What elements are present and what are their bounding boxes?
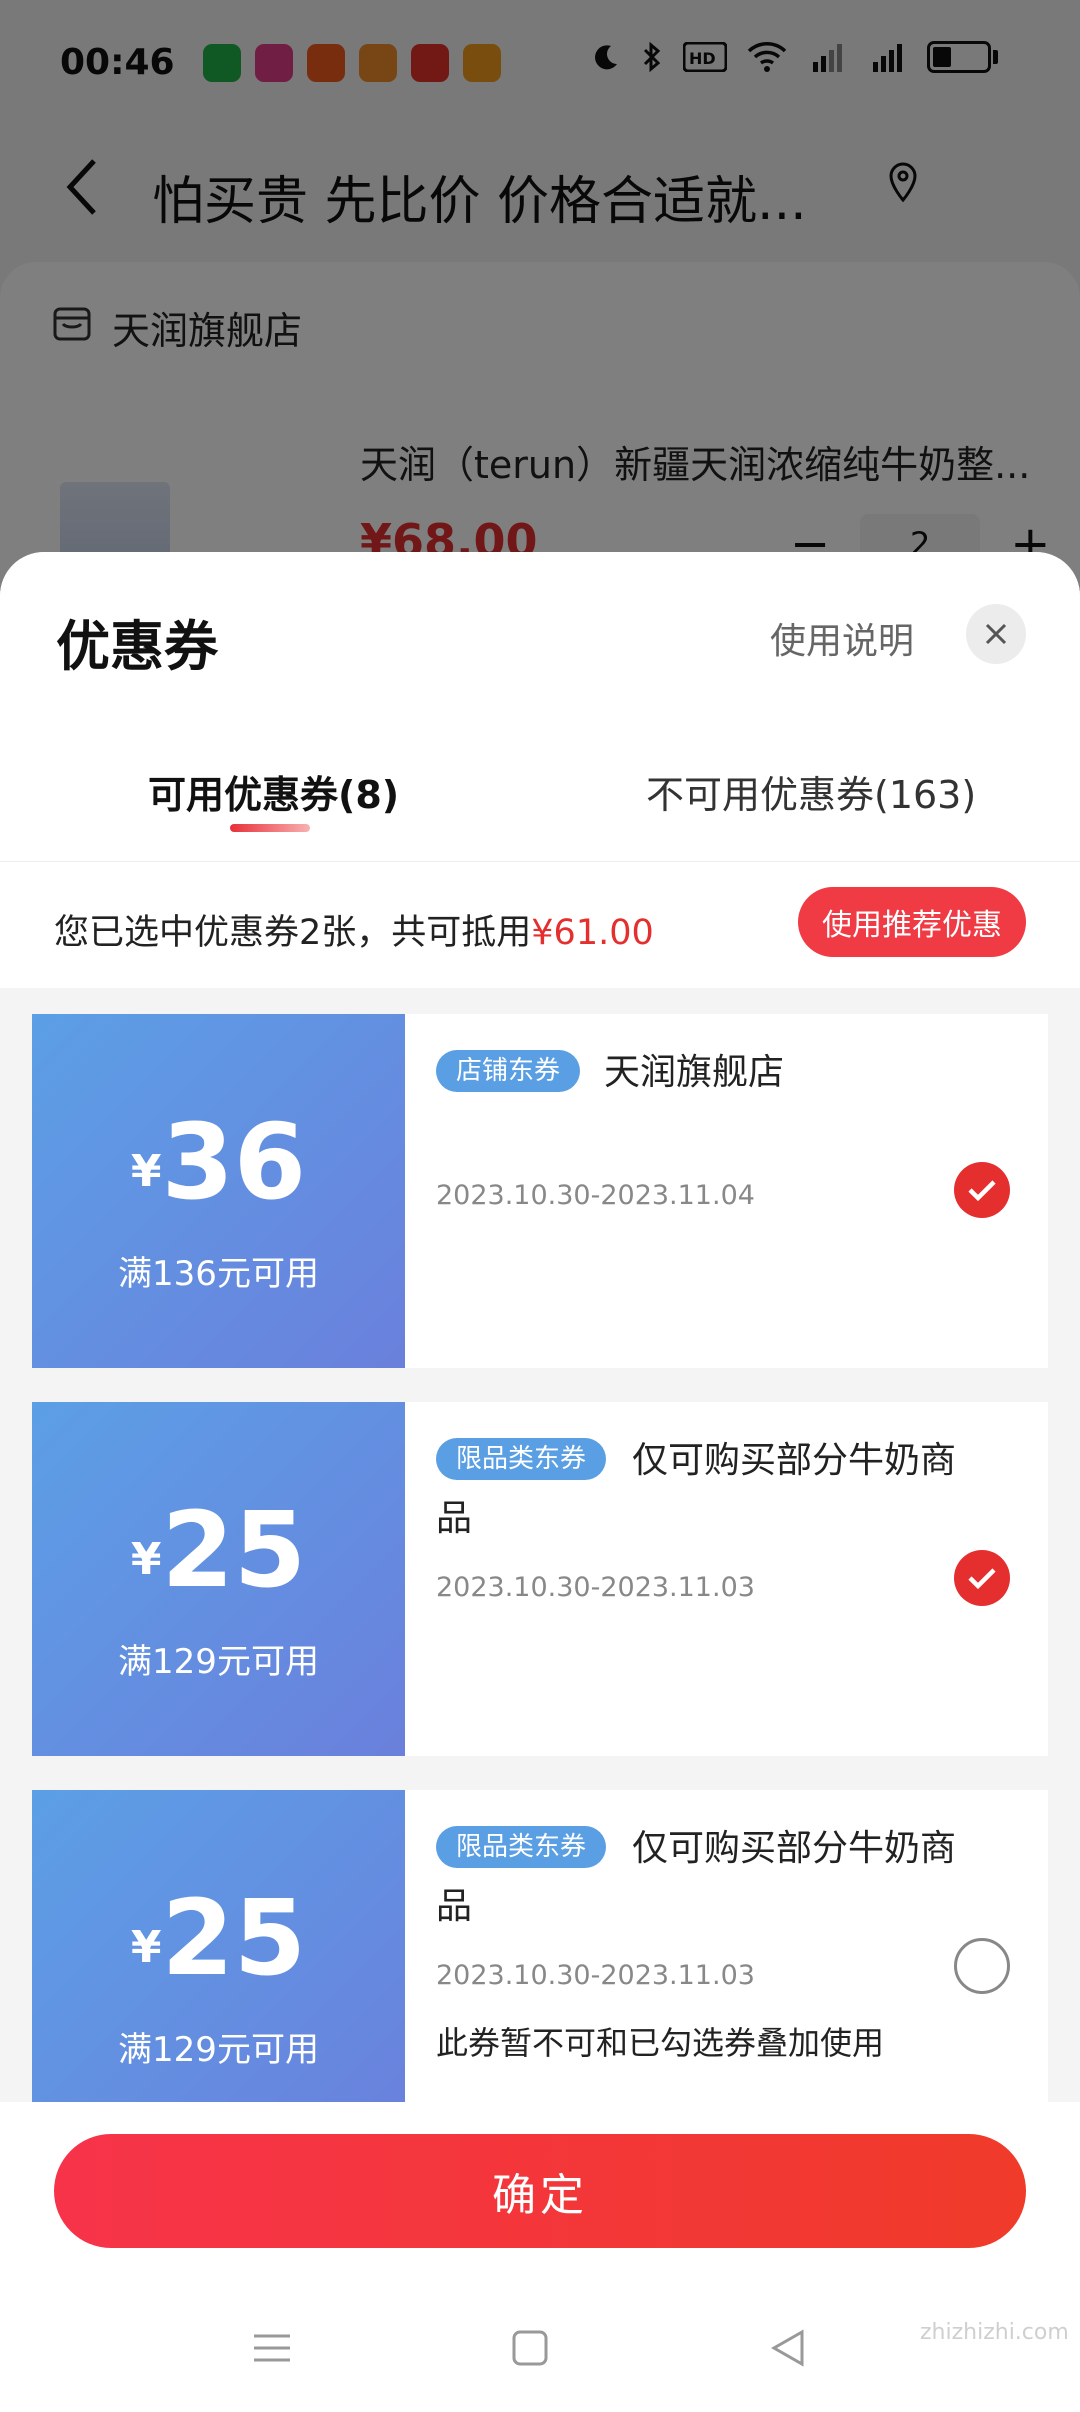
coupon-value: 25 [161, 1489, 307, 1611]
coupon-sheet: 优惠券 使用说明 可用优惠券(8) 不可用优惠券(163) 您已选中优惠券2张，… [0, 552, 1080, 2412]
coupon-amount: ¥25 [32, 1498, 405, 1602]
coupon-value-panel: ¥25 满129元可用 [32, 1402, 405, 1756]
coupon-tag: 限品类东券 [436, 1438, 607, 1480]
coupon-value: 25 [161, 1877, 307, 1999]
checkbox-checked[interactable] [954, 1162, 1010, 1218]
checkmark-icon [968, 1568, 996, 1590]
coupon-amount: ¥36 [32, 1110, 405, 1214]
sheet-title: 优惠券 [56, 615, 218, 678]
coupon-threshold: 满129元可用 [118, 2030, 319, 2070]
coupon-card[interactable]: ¥25 满129元可用 限品类东券 仅可购买部分牛奶商 品 2023.10.30… [32, 1790, 1048, 2144]
watermark: zhizhizhi.com [920, 2320, 1069, 2345]
checkbox-checked[interactable] [954, 1550, 1010, 1606]
coupon-currency: ¥ [130, 1922, 162, 1973]
coupon-amount: ¥25 [32, 1886, 405, 1990]
coupon-date: 2023.10.30-2023.11.03 [436, 1572, 755, 1603]
coupon-description-cont: 品 [436, 1886, 473, 1927]
coupon-date: 2023.10.30-2023.11.04 [436, 1180, 755, 1211]
coupon-tag: 限品类东券 [436, 1826, 607, 1868]
active-tab-indicator [230, 824, 310, 832]
summary-prefix: 您已选中优惠券2张，共可抵用 [54, 913, 532, 953]
coupon-description: 仅可购买部分牛奶商 [632, 1440, 957, 1481]
coupon-currency: ¥ [130, 1534, 162, 1585]
checkmark-icon [968, 1180, 996, 1202]
coupon-value-panel: ¥36 满136元可用 [32, 1014, 405, 1368]
tab-available-coupons[interactable]: 可用优惠券(8) [148, 764, 399, 819]
coupon-note: 此券暂不可和已勾选券叠加使用 [436, 2024, 885, 2062]
coupon-value-panel: ¥25 满129元可用 [32, 1790, 405, 2144]
close-button[interactable] [966, 604, 1026, 664]
coupon-value: 36 [161, 1101, 307, 1223]
menu-icon[interactable] [242, 2318, 302, 2378]
summary-amount: ¥61.00 [531, 913, 654, 953]
close-icon [985, 623, 1007, 645]
usage-instructions-link[interactable]: 使用说明 [770, 612, 914, 664]
coupon-date: 2023.10.30-2023.11.03 [436, 1960, 755, 1991]
summary-text: 您已选中优惠券2张，共可抵用¥61.00 [54, 904, 654, 955]
confirm-button[interactable]: 确定 [54, 2134, 1026, 2248]
coupon-card[interactable]: ¥36 满136元可用 店铺东券 天润旗舰店 2023.10.30-2023.1… [32, 1014, 1048, 1368]
home-square-icon[interactable] [500, 2318, 560, 2378]
coupon-description: 天润旗舰店 [604, 1052, 785, 1093]
coupon-description-cont: 品 [436, 1498, 473, 1539]
use-recommended-button[interactable]: 使用推荐优惠 [798, 887, 1026, 957]
coupon-description: 仅可购买部分牛奶商 [632, 1828, 957, 1869]
coupon-currency: ¥ [130, 1146, 162, 1197]
coupon-threshold: 满136元可用 [118, 1254, 319, 1294]
sheet-header: 优惠券 使用说明 可用优惠券(8) 不可用优惠券(163) [0, 552, 1080, 862]
system-nav-bar [0, 2290, 1080, 2412]
checkbox-unchecked[interactable] [954, 1938, 1010, 1994]
coupon-threshold: 满129元可用 [118, 1642, 319, 1682]
coupon-card[interactable]: ¥25 满129元可用 限品类东券 仅可购买部分牛奶商 品 2023.10.30… [32, 1402, 1048, 1756]
coupon-tag: 店铺东券 [436, 1050, 581, 1092]
tab-unavailable-coupons[interactable]: 不可用优惠券(163) [646, 764, 976, 819]
back-triangle-icon[interactable] [758, 2318, 818, 2378]
